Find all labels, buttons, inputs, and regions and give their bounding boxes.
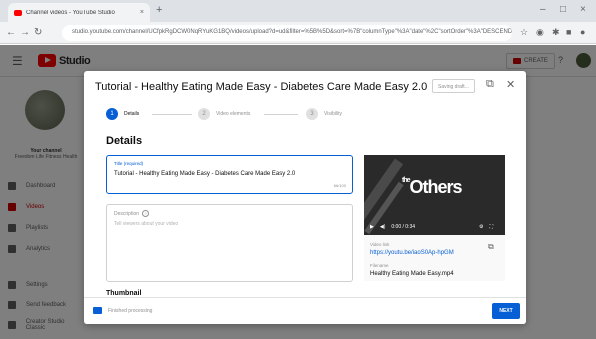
step-number: 3 [306, 108, 318, 120]
settings-icon[interactable]: ⚙ [479, 224, 483, 230]
video-player[interactable]: theOthers ▶ ◀) 0:00 / 0:34 ⚙ ⛶ [364, 155, 505, 235]
back-arrow-icon[interactable]: ← [6, 27, 16, 38]
step-connector [152, 114, 192, 115]
video-overlay-word: Others [409, 177, 463, 197]
video-overlay-text: theOthers [402, 177, 463, 198]
fullscreen-icon[interactable]: ⛶ [489, 224, 493, 230]
processing-icon [93, 307, 102, 314]
filename-value: Healthy Eating Made Easy.mp4 [370, 271, 454, 277]
save-draft-status: Saving draft... [432, 79, 475, 93]
alert-icon[interactable]: ⧉ [486, 78, 494, 91]
tab-close-icon[interactable]: × [140, 9, 144, 16]
dialog-title: Tutorial - Healthy Eating Made Easy - Di… [95, 81, 428, 93]
video-time: 0:00 / 0:34 [391, 224, 416, 230]
play-icon[interactable]: ▶ [370, 224, 374, 230]
profile-icon[interactable]: ● [580, 27, 585, 37]
player-controls: ▶ ◀) 0:00 / 0:34 ⚙ ⛶ [364, 219, 505, 235]
title-input[interactable]: Tutorial - Healthy Eating Made Easy - Di… [114, 171, 295, 177]
title-char-counter: 66/100 [333, 183, 346, 188]
step-label: Details [124, 111, 140, 117]
processing-status: Finished processing [108, 308, 153, 314]
step-video-elements[interactable]: 2 Video elements [198, 108, 250, 120]
upload-dialog: Tutorial - Healthy Eating Made Easy - Di… [84, 71, 526, 324]
description-label: Description ? [114, 210, 150, 217]
description-field[interactable]: Description ? Tell viewers about your vi… [106, 204, 353, 282]
extension-icon[interactable]: ✱ [552, 27, 560, 38]
help-icon[interactable]: ? [142, 210, 150, 217]
close-icon[interactable]: ✕ [506, 78, 515, 91]
url-input[interactable]: studio.youtube.com/channel/UCfpkRgDCW0Nq… [62, 25, 512, 41]
title-field-label: Title (required) [114, 161, 144, 166]
step-details[interactable]: 1 Details [106, 108, 139, 120]
video-preview-panel: theOthers ▶ ◀) 0:00 / 0:34 ⚙ ⛶ Video lin… [364, 155, 505, 281]
forward-arrow-icon[interactable]: → [20, 27, 30, 38]
video-overlay-prefix: the [402, 177, 410, 184]
window-maximize-button[interactable]: □ [560, 4, 566, 15]
volume-icon[interactable]: ◀) [380, 224, 386, 230]
thumbnail-heading: Thumbnail [106, 290, 142, 297]
address-bar-row: ← → ↻ studio.youtube.com/channel/UCfpkRg… [0, 22, 596, 44]
details-heading: Details [106, 135, 143, 147]
next-button[interactable]: NEXT [492, 303, 520, 319]
new-tab-button[interactable]: + [156, 4, 162, 16]
window-minimize-button[interactable]: – [540, 4, 546, 15]
star-icon[interactable]: ☆ [520, 27, 528, 38]
title-field[interactable]: Title (required) Tutorial - Healthy Eati… [106, 155, 353, 194]
step-label: Video elements [216, 111, 251, 117]
upload-stepper: 1 Details 2 Video elements 3 Visibility [106, 108, 506, 122]
youtube-favicon-icon [14, 9, 22, 16]
step-connector [264, 114, 298, 115]
reload-icon[interactable]: ↻ [34, 27, 42, 38]
step-number: 2 [198, 108, 210, 120]
description-label-text: Description [114, 210, 140, 217]
video-link-label: Video link [370, 242, 390, 247]
browser-tab-bar: Channel videos - YouTube Studio × + – □ … [0, 0, 596, 22]
step-label: Visibility [324, 111, 342, 117]
description-input[interactable]: Tell viewers about your video [114, 221, 178, 227]
tab-title: Channel videos - YouTube Studio [26, 9, 115, 16]
extension-icon[interactable]: ◉ [536, 27, 544, 38]
step-number: 1 [106, 108, 118, 120]
filename-label: Filename [370, 263, 389, 268]
browser-tab[interactable]: Channel videos - YouTube Studio × [8, 3, 150, 22]
step-visibility[interactable]: 3 Visibility [306, 108, 342, 120]
copy-icon[interactable]: ⧉ [488, 242, 494, 252]
window-close-button[interactable]: × [580, 4, 586, 15]
puzzle-icon[interactable]: ■ [566, 27, 571, 37]
video-link[interactable]: https://youtu.be/iaoS0Ap-hpGM [370, 250, 454, 256]
dialog-footer: Finished processing NEXT [84, 297, 526, 324]
